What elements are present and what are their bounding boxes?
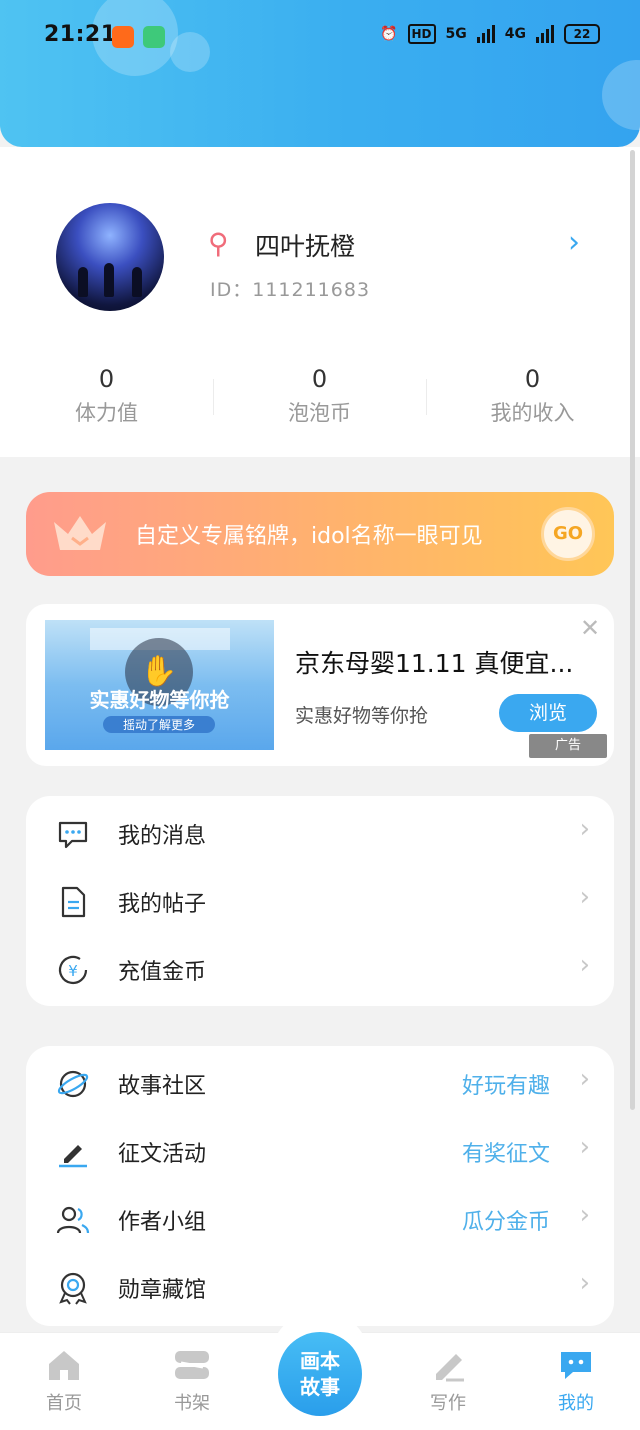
chevron-right-icon: › <box>579 1200 590 1230</box>
nav-bookshelf[interactable]: 书架 <box>128 1345 256 1415</box>
signal-icon <box>536 25 554 43</box>
menu-item-author-group[interactable]: 作者小组 瓜分金币 › <box>26 1186 614 1254</box>
ad-title[interactable]: 京东母婴11.11 真便宜... <box>295 644 573 680</box>
chevron-right-icon: › <box>579 1064 590 1094</box>
user-id: ID：111211683 <box>210 279 371 301</box>
ad-browse-button[interactable]: 浏览 <box>499 694 597 732</box>
chevron-right-icon: › <box>579 1268 590 1298</box>
avatar[interactable] <box>56 203 164 311</box>
menu-item-hint: 好玩有趣 <box>461 1074 550 1099</box>
stat-bubble-coin[interactable]: 0 泡泡币 <box>213 365 426 427</box>
ad-description: 实惠好物等你抢 <box>295 705 429 727</box>
home-icon <box>49 1351 79 1380</box>
profile-chevron-right-icon[interactable]: › <box>568 225 580 260</box>
menu-item-story-community[interactable]: 故事社区 好玩有趣 › <box>26 1050 614 1118</box>
decor-bubble <box>602 60 640 130</box>
ad-image[interactable]: ✋ 实惠好物等你抢 摇动了解更多 <box>45 620 274 750</box>
app-notification-icon <box>112 26 134 48</box>
menu-item-hint: 瓜分金币 <box>461 1210 550 1235</box>
message-icon <box>58 821 88 849</box>
stat-label: 泡泡币 <box>288 401 351 425</box>
stat-label: 体力值 <box>75 401 138 425</box>
menu-item-label: 征文活动 <box>118 1142 207 1167</box>
nav-mine[interactable]: 我的 <box>512 1345 640 1415</box>
username[interactable]: 四叶抚橙 <box>255 227 355 263</box>
bookshelf-icon <box>175 1351 209 1379</box>
medal-icon <box>59 1272 87 1305</box>
status-icons: ⏰ HD 5G 4G 22 <box>380 24 600 44</box>
menu-item-messages[interactable]: 我的消息 › <box>26 800 614 868</box>
ad-image-text: 实惠好物等你抢 <box>89 688 230 712</box>
nav-label: 首页 <box>46 1393 82 1414</box>
chevron-right-icon: › <box>579 950 590 980</box>
stat-stamina[interactable]: 0 体力值 <box>0 365 213 427</box>
go-button[interactable]: GO <box>541 507 595 561</box>
menu-item-posts[interactable]: 我的帖子 › <box>26 868 614 936</box>
group-icon <box>56 1206 90 1234</box>
stat-income[interactable]: 0 我的收入 <box>426 365 639 427</box>
battery-icon: 22 <box>564 24 600 44</box>
menu-item-label: 我的帖子 <box>118 892 207 917</box>
stat-label: 我的收入 <box>490 401 575 425</box>
network-5g-label: 5G <box>445 26 467 42</box>
hd-icon: HD <box>407 24 436 44</box>
menu-item-label: 作者小组 <box>118 1210 207 1235</box>
menu-item-label: 勋章藏馆 <box>118 1278 207 1303</box>
decor-bubble <box>170 32 210 72</box>
document-icon <box>61 886 86 918</box>
chevron-right-icon: › <box>579 1132 590 1162</box>
nav-label: 写作 <box>430 1393 466 1414</box>
menu-item-contest[interactable]: 征文活动 有奖征文 › <box>26 1118 614 1186</box>
alarm-icon: ⏰ <box>380 26 398 42</box>
stat-value: 0 <box>311 365 328 393</box>
network-4g-label: 4G <box>504 26 526 42</box>
stat-value: 0 <box>98 365 115 393</box>
planet-icon <box>57 1070 89 1098</box>
write-icon <box>436 1354 464 1382</box>
menu-item-label: 故事社区 <box>118 1074 207 1099</box>
ad-label[interactable]: 广告 <box>529 734 607 758</box>
signal-icon <box>476 25 495 43</box>
banner-text: 自定义专属铭牌，idol名称一眼可见 <box>135 524 483 549</box>
close-icon[interactable]: ✕ <box>580 614 600 642</box>
crown-icon <box>54 516 106 550</box>
create-story-button[interactable]: 画本 故事 <box>278 1332 362 1416</box>
chat-bubble-icon <box>561 1352 591 1379</box>
menu-item-label: 充值金币 <box>118 960 207 985</box>
nav-home[interactable]: 首页 <box>0 1345 128 1415</box>
nav-write[interactable]: 写作 <box>384 1345 512 1415</box>
menu-item-recharge[interactable]: ¥ 充值金币 › <box>26 936 614 1004</box>
center-label-line1: 画本 <box>300 1349 340 1373</box>
ad-image-subtext: 摇动了解更多 <box>103 716 215 733</box>
menu-item-hint: 有奖征文 <box>461 1142 550 1167</box>
female-icon: ⚲ <box>208 227 229 260</box>
chevron-right-icon: › <box>579 814 590 844</box>
svg-text:¥: ¥ <box>68 962 78 980</box>
stat-value: 0 <box>524 365 541 393</box>
pen-icon <box>59 1145 87 1168</box>
menu-item-label: 我的消息 <box>118 824 207 849</box>
scrollbar[interactable] <box>630 150 635 1110</box>
nav-label: 书架 <box>174 1393 210 1414</box>
nav-label: 我的 <box>558 1393 594 1414</box>
app-notification-icon <box>143 26 165 48</box>
yuan-coin-icon: ¥ <box>58 955 88 985</box>
chevron-right-icon: › <box>579 882 590 912</box>
center-label-line2: 故事 <box>300 1375 340 1399</box>
status-time: 21:21 <box>44 22 117 47</box>
profile-card: ⚲ 四叶抚橙 ID：111211683 › 0 体力值 0 泡泡币 0 我的收入 <box>0 147 640 457</box>
